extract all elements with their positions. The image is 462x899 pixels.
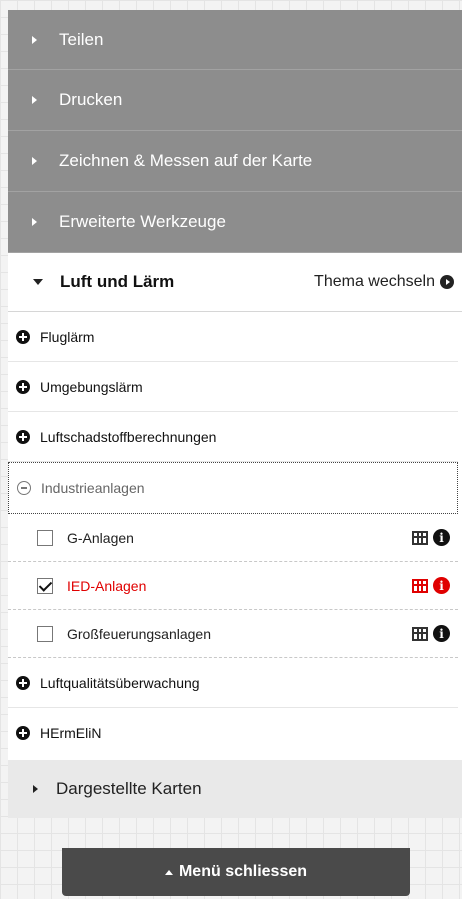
table-icon[interactable] (412, 530, 428, 545)
layer-group-label: Luftqualitätsüberwachung (40, 674, 200, 691)
tool-advanced[interactable]: Erweiterte Werkzeuge (8, 192, 462, 253)
layer-group-label: Umgebungslärm (40, 378, 143, 395)
displayed-maps-label: Dargestellte Karten (56, 779, 202, 798)
layer-group-label: Industrieanlagen (41, 480, 145, 496)
layer-g-anlagen[interactable]: G-Anlagen i (8, 514, 458, 562)
layer-checkbox-checked[interactable] (37, 577, 53, 594)
theme-switch-label: Thema wechseln (314, 273, 435, 290)
table-icon[interactable] (412, 626, 428, 641)
layer-group-label: HErmEliN (40, 725, 102, 741)
table-icon[interactable] (412, 578, 428, 593)
tool-advanced-label: Erweiterte Werkzeuge (59, 212, 226, 231)
caret-right-icon (32, 218, 37, 226)
layer-group-label: Luftschadstoffberechnungen (40, 428, 217, 445)
collapse-minus-icon[interactable] (17, 481, 31, 495)
expand-plus-icon[interactable] (16, 329, 30, 344)
close-menu-label: Menü schliessen (178, 863, 308, 880)
tool-draw-measure[interactable]: Zeichnen & Messen auf der Karte (8, 131, 462, 192)
layer-label: IED-Anlagen (67, 577, 147, 594)
layer-group-industrieanlagen[interactable]: Industrieanlagen (8, 462, 458, 514)
caret-right-icon (32, 96, 37, 104)
theme-header: Luft und Lärm Thema wechseln (8, 253, 462, 312)
displayed-maps-section[interactable]: Dargestellte Karten (8, 760, 462, 818)
expand-plus-icon[interactable] (16, 675, 30, 690)
info-icon[interactable]: i (433, 625, 450, 642)
expand-plus-icon[interactable] (16, 379, 30, 394)
layer-group-luftschadstoff[interactable]: Luftschadstoffberechnungen (8, 412, 458, 462)
caret-down-icon (33, 279, 43, 285)
theme-title: Luft und Lärm (60, 272, 175, 291)
layer-grossfeuerungsanlagen[interactable]: Großfeuerungsanlagen i (8, 610, 458, 658)
circle-arrow-right-icon (440, 275, 454, 289)
layer-group-fluglaerm[interactable]: Fluglärm (8, 312, 458, 362)
layer-group-umgebungslaerm[interactable]: Umgebungslärm (8, 362, 458, 412)
caret-right-icon (32, 157, 37, 165)
theme-toggle[interactable]: Luft und Lärm (33, 272, 174, 292)
layer-group-label: Fluglärm (40, 328, 95, 345)
expand-plus-icon[interactable] (16, 726, 30, 740)
tool-draw-measure-label: Zeichnen & Messen auf der Karte (59, 151, 313, 170)
layer-group-luftqualitaet[interactable]: Luftqualitätsüberwachung (8, 658, 458, 708)
tool-print-label: Drucken (59, 90, 123, 109)
layer-ied-anlagen[interactable]: IED-Anlagen i (8, 562, 458, 610)
info-icon[interactable]: i (433, 577, 450, 594)
caret-up-icon (164, 869, 173, 875)
tool-share[interactable]: Teilen (8, 10, 462, 70)
caret-right-icon (32, 35, 37, 44)
expand-plus-icon[interactable] (16, 429, 30, 444)
caret-right-icon (33, 785, 38, 793)
layer-label: Großfeuerungsanlagen (67, 625, 211, 642)
theme-switch-link[interactable]: Thema wechseln (314, 273, 454, 291)
layer-checkbox[interactable] (37, 625, 53, 642)
layer-label: G-Anlagen (67, 529, 134, 546)
close-menu-button[interactable]: Menü schliessen (62, 848, 410, 896)
tool-print[interactable]: Drucken (8, 70, 462, 131)
layer-checkbox[interactable] (37, 529, 53, 546)
info-icon[interactable]: i (433, 529, 450, 546)
tool-share-label: Teilen (59, 29, 104, 49)
side-menu-panel: Teilen Drucken Zeichnen & Messen auf der… (8, 10, 462, 818)
layer-group-hermelin[interactable]: HErmEliN (8, 708, 458, 758)
